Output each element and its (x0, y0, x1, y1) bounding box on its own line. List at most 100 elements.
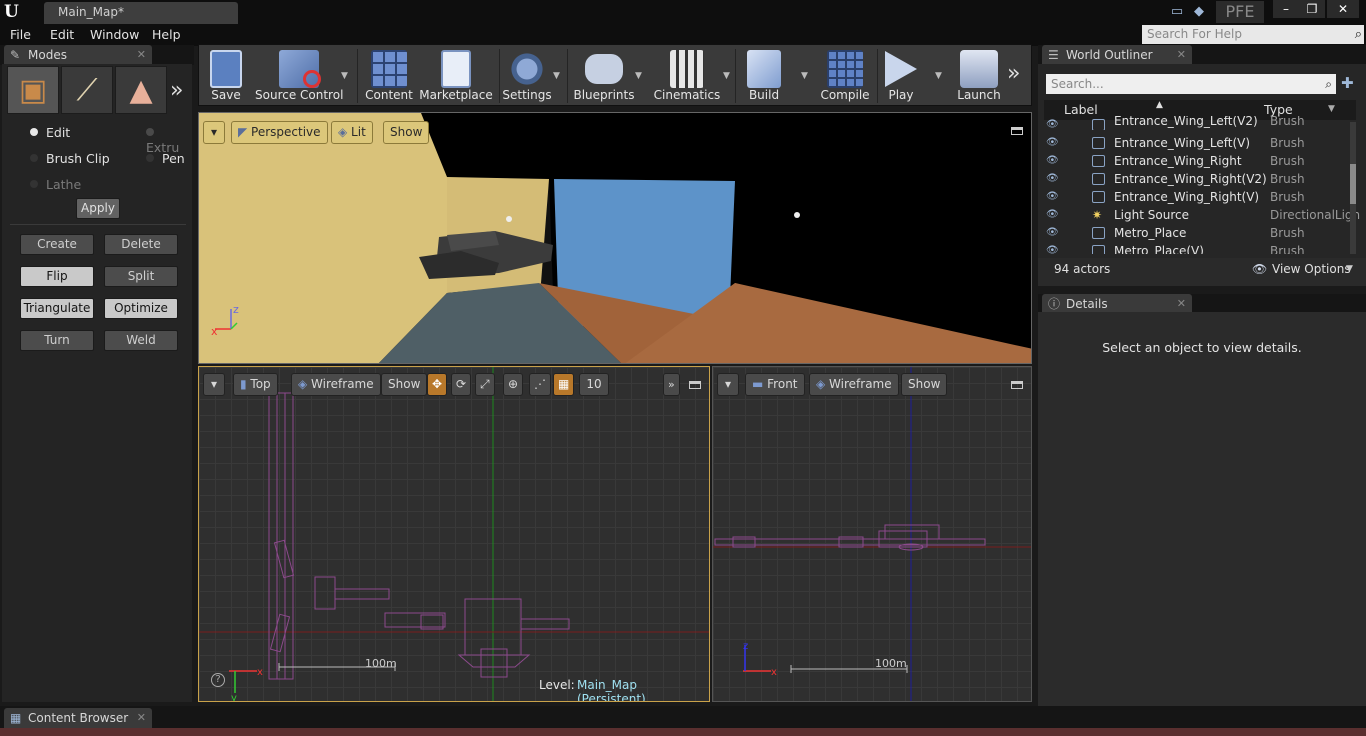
landscape-mode-button[interactable]: ▲ (115, 66, 167, 114)
apply-button[interactable]: Apply (76, 198, 120, 219)
launch-button[interactable]: Launch (955, 45, 1003, 107)
help-search-input[interactable]: Search For Help ⌕ (1142, 25, 1364, 44)
tab-content-browser[interactable]: ▦ Content Browser ✕ (4, 708, 152, 728)
more-modes-icon[interactable]: » (170, 78, 183, 103)
outliner-row[interactable]: 👁 Entrance_Wing_Left(V2) Brush (1044, 116, 1344, 130)
compile-button[interactable]: Compile (817, 45, 873, 107)
outliner-row[interactable]: 👁 ✷ Light Source DirectionalLigh (1044, 206, 1360, 224)
show-button[interactable]: Show (381, 373, 428, 396)
eye-icon[interactable]: 👁 (1046, 188, 1059, 206)
eye-icon[interactable]: 👁 (1046, 170, 1059, 188)
wireframe-button[interactable]: ◈ Wireframe (291, 373, 381, 396)
chevron-down-icon[interactable]: ▼ (1328, 104, 1335, 114)
learn-icon[interactable]: ◆ (1188, 2, 1210, 22)
save-button[interactable]: Save (201, 45, 251, 107)
close-icon[interactable]: ✕ (137, 45, 146, 65)
translate-tool-icon[interactable]: ✥ (427, 373, 448, 396)
triangulate-button[interactable]: Triangulate (20, 298, 94, 319)
close-window-button[interactable]: ✕ (1327, 0, 1359, 18)
world-space-icon[interactable]: ⊕ (503, 373, 524, 396)
eye-icon[interactable]: 👁 (1046, 206, 1059, 224)
radio-edit[interactable]: Edit (30, 125, 70, 140)
outliner-row[interactable]: 👁 Entrance_Wing_Right(V2) Brush (1044, 170, 1344, 188)
viewport-options-button[interactable]: ▾ (203, 373, 225, 396)
outliner-row[interactable]: 👁 Metro_Place Brush (1044, 224, 1344, 242)
top-viewport[interactable]: x y ▾ ▮ Top ◈ Wireframe Show ✥ ⟳ ⤢ ⊕ ⋰ ▦… (198, 366, 710, 702)
eye-icon[interactable]: 👁 (1046, 134, 1059, 152)
place-mode-button[interactable]: ▣ (7, 66, 59, 114)
close-icon[interactable]: ✕ (1177, 45, 1186, 65)
outliner-scrollbar-thumb[interactable] (1350, 164, 1356, 204)
close-icon[interactable]: ✕ (137, 708, 146, 728)
menu-edit[interactable]: Edit (50, 27, 74, 42)
maximize-viewport-icon[interactable] (1011, 127, 1023, 135)
perspective-button[interactable]: ◤ Perspective (231, 121, 328, 144)
scale-tool-icon[interactable]: ⤢ (475, 373, 495, 396)
radio-brush-clip[interactable]: Brush Clip (30, 151, 110, 166)
top-view-button[interactable]: ▮ Top (233, 373, 278, 396)
menu-file[interactable]: File (10, 27, 31, 42)
surface-snap-icon[interactable]: ⋰ (529, 373, 551, 396)
document-tab[interactable]: Main_Map* (44, 2, 238, 24)
menu-window[interactable]: Window (90, 27, 139, 42)
chevron-down-icon[interactable]: ▼ (341, 71, 348, 81)
toolbar-overflow-icon[interactable]: » (1007, 61, 1020, 86)
add-actor-icon[interactable]: ✚ (1341, 74, 1354, 92)
content-button[interactable]: Content (363, 45, 415, 107)
tab-world-outliner[interactable]: ☰ World Outliner ✕ (1042, 45, 1192, 65)
radio-pen[interactable]: Pen (146, 151, 185, 166)
play-button[interactable]: Play ▼ (879, 45, 942, 107)
maximize-viewport-icon[interactable] (1011, 381, 1023, 389)
delete-button[interactable]: Delete (104, 234, 178, 255)
eye-icon[interactable]: 👁 (1046, 152, 1059, 170)
eye-icon[interactable]: 👁 (1046, 116, 1059, 130)
grid-snap-icon[interactable]: ▦ (553, 373, 575, 396)
menu-help[interactable]: Help (152, 27, 181, 42)
outliner-search-input[interactable]: Search... ⌕ (1046, 74, 1336, 94)
tab-modes[interactable]: ✎ Modes ✕ (4, 45, 152, 65)
chevron-down-icon[interactable]: ▼ (723, 71, 730, 81)
search-icon[interactable]: ⌕ (1355, 25, 1362, 44)
unreal-logo-icon[interactable]: U (4, 2, 26, 22)
chevron-down-icon[interactable]: ▼ (553, 71, 560, 81)
blueprints-button[interactable]: Blueprints ▼ (571, 45, 642, 107)
wireframe-button[interactable]: ◈ Wireframe (809, 373, 899, 396)
minimize-button[interactable]: – (1273, 0, 1299, 18)
flip-button[interactable]: Flip (20, 266, 94, 287)
help-icon[interactable]: ? (211, 673, 225, 687)
optimize-button[interactable]: Optimize (104, 298, 178, 319)
outliner-row[interactable]: 👁 Metro_Place(V) Brush (1044, 242, 1344, 254)
cinematics-button[interactable]: Cinematics ▼ (651, 45, 730, 107)
eye-icon[interactable]: 👁 (1046, 242, 1059, 254)
marketplace-button[interactable]: Marketplace (419, 45, 493, 107)
settings-button[interactable]: Settings ▼ (501, 45, 560, 107)
split-button[interactable]: Split (104, 266, 178, 287)
radio-lathe[interactable]: Lathe (30, 177, 81, 192)
chevron-down-icon[interactable]: ▼ (935, 71, 942, 81)
lit-button[interactable]: ◈ Lit (331, 121, 373, 144)
chat-icon[interactable]: ▭ (1166, 2, 1188, 22)
perspective-viewport[interactable]: x z ▾ ◤ Perspective ◈ Lit Show (198, 112, 1032, 364)
view-options-button[interactable]: View Options (1272, 262, 1351, 276)
paint-mode-button[interactable]: ⟋ (61, 66, 113, 114)
show-button[interactable]: Show (901, 373, 948, 396)
outliner-row[interactable]: 👁 Entrance_Wing_Right Brush (1044, 152, 1344, 170)
viewport-options-button[interactable]: ▾ (717, 373, 739, 396)
tab-details[interactable]: ⓘ Details ✕ (1042, 294, 1192, 314)
weld-button[interactable]: Weld (104, 330, 178, 351)
viewport-options-button[interactable]: ▾ (203, 121, 225, 144)
close-icon[interactable]: ✕ (1177, 294, 1186, 314)
source-control-button[interactable]: Source Control ▼ (255, 45, 348, 107)
build-button[interactable]: Build ▼ (739, 45, 808, 107)
rotate-tool-icon[interactable]: ⟳ (451, 373, 472, 396)
front-viewport[interactable]: x z ▾ ▬ Front ◈ Wireframe Show 100m (712, 366, 1032, 702)
column-type[interactable]: Type (1264, 102, 1293, 117)
maximize-viewport-icon[interactable] (689, 381, 701, 389)
turn-button[interactable]: Turn (20, 330, 94, 351)
restore-button[interactable]: ❐ (1299, 0, 1325, 18)
chevron-down-icon[interactable]: ▼ (801, 71, 808, 81)
eye-icon[interactable]: 👁 (1046, 224, 1059, 242)
chevron-down-icon[interactable]: ▼ (1346, 264, 1353, 274)
toolbar-overflow-icon[interactable]: » (663, 373, 680, 396)
chevron-down-icon[interactable]: ▼ (635, 71, 642, 81)
